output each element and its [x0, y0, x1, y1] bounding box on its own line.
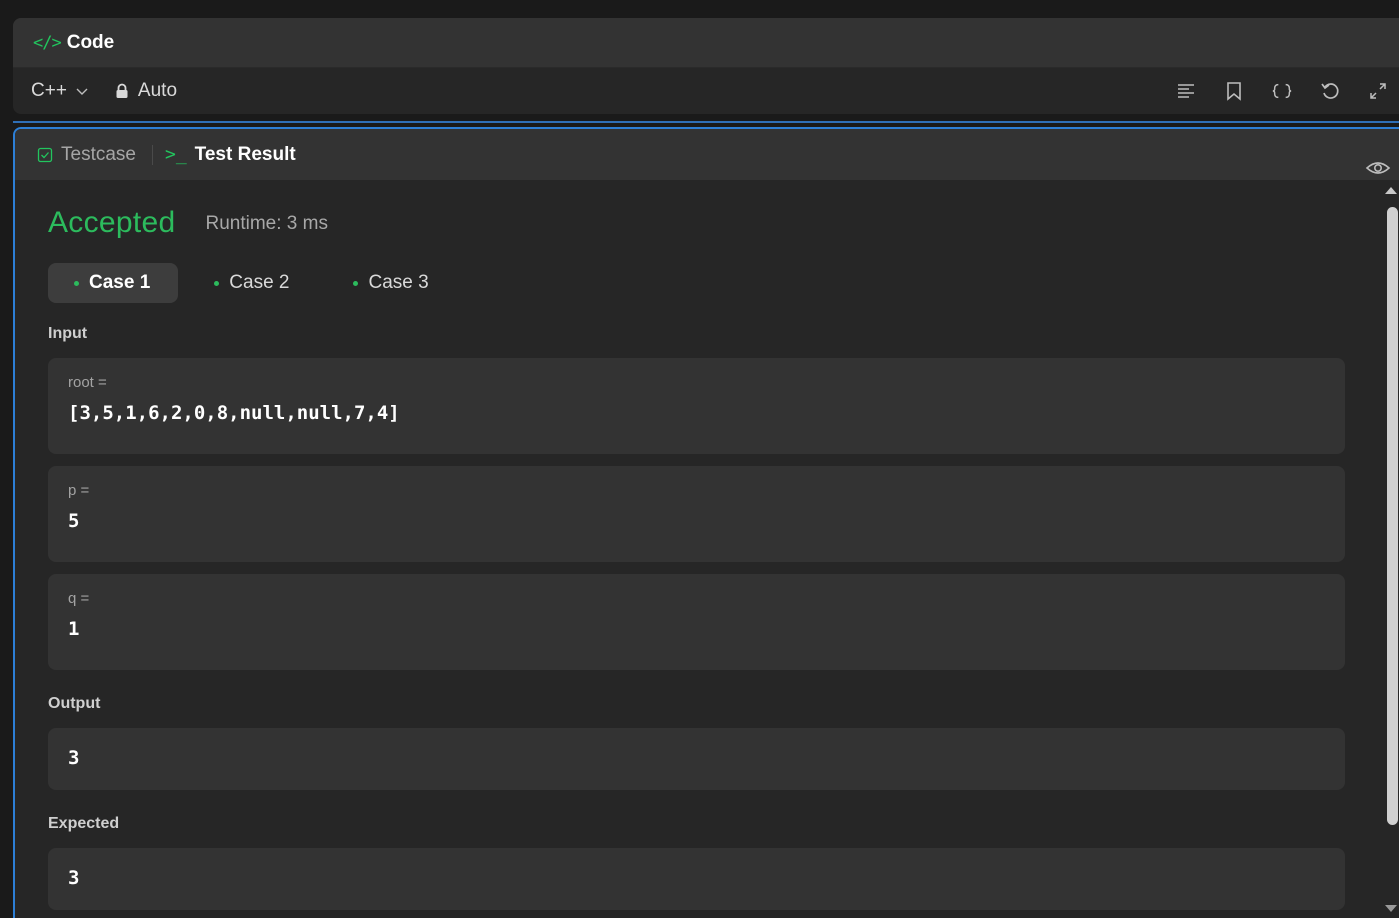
- status-text: Accepted: [48, 206, 176, 239]
- code-toolbar: C++ Auto: [13, 67, 1399, 114]
- var-name: q =: [68, 590, 90, 607]
- panel-resize-handle[interactable]: [13, 121, 1399, 123]
- tab-testcase-label: Testcase: [61, 143, 136, 165]
- test-panel: Testcase >_ Test Result Accepted Runtime…: [13, 127, 1399, 918]
- code-icon: </>: [33, 32, 62, 53]
- var-name: p =: [68, 482, 90, 499]
- code-panel-header: </> Code: [13, 18, 1399, 67]
- output-box: 3: [48, 728, 1345, 790]
- var-value: 1: [68, 618, 80, 640]
- app-frame: </> Code C++ Auto Testcase >_ Test Resul…: [0, 0, 1399, 918]
- passed-dot-icon: [74, 280, 79, 286]
- var-value: 5: [68, 510, 80, 532]
- case-tab-label: Case 2: [229, 272, 290, 293]
- code-panel-title: Code: [66, 31, 115, 53]
- checkbox-icon: [37, 147, 53, 162]
- input-p-box: p = 5: [48, 466, 1345, 562]
- reset-icon[interactable]: [1319, 80, 1341, 102]
- case-tab-label: Case 1: [89, 272, 151, 293]
- passed-dot-icon: [353, 280, 359, 286]
- case-tab-3[interactable]: Case 3: [327, 263, 456, 303]
- expected-box: 3: [48, 848, 1345, 910]
- case-tab-2[interactable]: Case 2: [188, 263, 317, 303]
- format-icon[interactable]: [1175, 80, 1197, 102]
- output-label: Output: [48, 695, 101, 712]
- runtime-text: Runtime: 3 ms: [205, 213, 328, 234]
- expected-value: 3: [68, 867, 80, 889]
- eye-icon[interactable]: [1365, 157, 1391, 179]
- output-value: 3: [68, 747, 80, 769]
- test-panel-tabs: Testcase >_ Test Result: [15, 129, 1399, 180]
- scrollbar-thumb[interactable]: [1387, 207, 1398, 825]
- auto-mode-toggle[interactable]: Auto: [115, 80, 177, 102]
- passed-dot-icon: [214, 280, 220, 286]
- expected-label: Expected: [48, 815, 120, 832]
- language-label: C++: [31, 80, 67, 101]
- scroll-up-arrow-icon[interactable]: [1385, 187, 1397, 194]
- input-root-box: root = [3,5,1,6,2,0,8,null,null,7,4]: [48, 358, 1345, 454]
- tab-test-result-label: Test Result: [194, 143, 296, 165]
- scroll-down-arrow-icon[interactable]: [1385, 905, 1397, 912]
- language-select[interactable]: C++: [31, 80, 89, 102]
- terminal-icon: >_: [164, 144, 187, 165]
- case-tab-label: Case 3: [368, 272, 429, 293]
- braces-icon[interactable]: [1271, 80, 1293, 102]
- tab-test-result[interactable]: >_ Test Result: [165, 144, 296, 166]
- var-value: [3,5,1,6,2,0,8,null,null,7,4]: [68, 402, 400, 424]
- tab-testcase[interactable]: Testcase: [37, 144, 136, 166]
- chevron-down-icon: [76, 88, 88, 95]
- expand-icon[interactable]: [1367, 80, 1389, 102]
- var-name: root =: [68, 374, 107, 391]
- input-q-box: q = 1: [48, 574, 1345, 670]
- tab-divider: [151, 144, 153, 165]
- result-status-row: Accepted Runtime: 3 ms: [48, 206, 1348, 246]
- test-result-content: Accepted Runtime: 3 ms Case 1 Case 2 Cas…: [48, 180, 1348, 910]
- auto-mode-label: Auto: [137, 80, 178, 101]
- code-panel: </> Code C++ Auto: [13, 18, 1399, 114]
- input-label: Input: [48, 325, 88, 342]
- lock-icon: [116, 83, 128, 98]
- code-toolbar-actions: [1175, 80, 1389, 102]
- bookmark-icon[interactable]: [1223, 80, 1245, 102]
- case-tabs: Case 1 Case 2 Case 3: [48, 263, 1348, 303]
- case-tab-1[interactable]: Case 1: [48, 263, 179, 303]
